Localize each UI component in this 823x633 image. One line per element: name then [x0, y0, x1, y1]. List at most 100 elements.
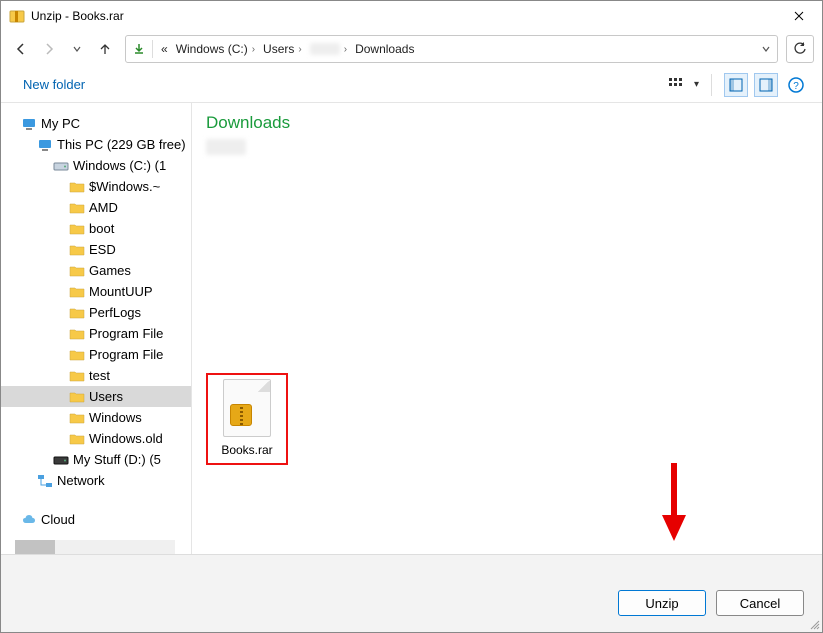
tree-folder[interactable]: ESD: [1, 239, 191, 260]
chevron-down-icon[interactable]: ▾: [694, 79, 699, 90]
tree-folder-label: Windows: [89, 410, 142, 425]
scrollbar-thumb[interactable]: [15, 540, 55, 554]
drive-icon: [53, 452, 69, 468]
folder-icon: [69, 221, 85, 237]
tree-folder-label: Program File: [89, 326, 163, 341]
tree-folder-label: ESD: [89, 242, 116, 257]
folder-icon: [69, 326, 85, 342]
tree-network[interactable]: Network: [1, 470, 191, 491]
folder-icon: [69, 347, 85, 363]
download-location-icon: [130, 42, 148, 56]
refresh-button[interactable]: [786, 35, 814, 63]
folder-icon: [69, 410, 85, 426]
unzip-button[interactable]: Unzip: [618, 590, 706, 616]
details-pane-button[interactable]: [754, 73, 778, 97]
pane-left-icon: [729, 78, 743, 92]
tree-folder[interactable]: Program File: [1, 344, 191, 365]
folder-tree[interactable]: My PC This PC (229 GB free) Windows (C:)…: [1, 103, 191, 554]
annotation-arrow: [658, 459, 690, 548]
address-dropdown[interactable]: [759, 44, 773, 54]
svg-text:?: ?: [793, 81, 799, 92]
breadcrumb-item[interactable]: Windows (C:)›: [172, 40, 259, 58]
back-button[interactable]: [9, 37, 33, 61]
tree-folder-label: AMD: [89, 200, 118, 215]
tree-my-stuff[interactable]: My Stuff (D:) (5: [1, 449, 191, 470]
folder-icon: [69, 242, 85, 258]
network-icon: [37, 473, 53, 489]
tree-folder-label: PerfLogs: [89, 305, 141, 320]
pane-right-icon: [759, 78, 773, 92]
resize-grip-icon[interactable]: [808, 618, 820, 630]
main-area: My PC This PC (229 GB free) Windows (C:)…: [1, 103, 822, 554]
address-bar[interactable]: « Windows (C:)› Users› › Downloads: [125, 35, 778, 63]
tree-folder-label: Program File: [89, 347, 163, 362]
up-button[interactable]: [93, 37, 117, 61]
horizontal-scrollbar[interactable]: [15, 540, 175, 554]
close-button[interactable]: [776, 1, 822, 31]
chevron-down-icon: [761, 44, 771, 54]
folder-icon: [69, 305, 85, 321]
tree-folder[interactable]: MountUUP: [1, 281, 191, 302]
folder-icon: [69, 389, 85, 405]
file-item-selected[interactable]: Books.rar: [206, 373, 288, 465]
redacted-text: [206, 139, 246, 155]
rar-file-icon: [223, 379, 271, 437]
content-pane[interactable]: Downloads Books.rar: [192, 103, 822, 554]
titlebar: Unzip - Books.rar: [1, 1, 822, 31]
cloud-icon: [21, 512, 37, 528]
tree-folder[interactable]: AMD: [1, 197, 191, 218]
arrow-left-icon: [14, 42, 28, 56]
breadcrumb-item[interactable]: ›: [306, 41, 351, 57]
tree-folder-label: boot: [89, 221, 114, 236]
close-icon: [794, 11, 804, 21]
breadcrumb-item[interactable]: Downloads: [351, 40, 418, 58]
window-title: Unzip - Books.rar: [31, 9, 124, 23]
folder-icon: [69, 179, 85, 195]
folder-icon: [69, 263, 85, 279]
tree-folder-label: Windows.old: [89, 431, 163, 446]
folder-icon: [69, 200, 85, 216]
view-options-button[interactable]: [664, 73, 688, 97]
nav-row: « Windows (C:)› Users› › Downloads: [1, 31, 822, 67]
arrow-right-icon: [42, 42, 56, 56]
breadcrumb-overflow[interactable]: «: [157, 40, 172, 58]
view-grid-icon: [668, 77, 684, 93]
tree-root[interactable]: My PC: [1, 113, 191, 134]
help-icon: ?: [788, 77, 804, 93]
file-name-label: Books.rar: [221, 443, 272, 457]
tree-folder-label: Users: [89, 389, 123, 404]
tree-folder-label: $Windows.~: [89, 179, 160, 194]
forward-button[interactable]: [37, 37, 61, 61]
toolbar: New folder ▾ ?: [1, 67, 822, 103]
tree-folder-label: Games: [89, 263, 131, 278]
tree-folder[interactable]: Users: [1, 386, 191, 407]
recent-dropdown[interactable]: [65, 37, 89, 61]
folder-heading: Downloads: [206, 113, 808, 133]
chevron-right-icon: ›: [298, 44, 301, 55]
tree-folder[interactable]: Windows: [1, 407, 191, 428]
tree-cloud[interactable]: Cloud: [1, 509, 191, 530]
arrow-up-icon: [98, 42, 112, 56]
tree-folder[interactable]: Windows.old: [1, 428, 191, 449]
new-folder-button[interactable]: New folder: [15, 73, 93, 96]
refresh-icon: [793, 42, 807, 56]
breadcrumb-item[interactable]: Users›: [259, 40, 306, 58]
chevron-right-icon: ›: [344, 44, 347, 55]
help-button[interactable]: ?: [784, 73, 808, 97]
preview-pane-button[interactable]: [724, 73, 748, 97]
tree-folder[interactable]: $Windows.~: [1, 176, 191, 197]
drive-icon: [53, 158, 69, 174]
tree-drive[interactable]: Windows (C:) (1: [1, 155, 191, 176]
folder-icon: [69, 368, 85, 384]
tree-folder-label: MountUUP: [89, 284, 153, 299]
tree-folder[interactable]: Program File: [1, 323, 191, 344]
tree-folder[interactable]: PerfLogs: [1, 302, 191, 323]
pc-icon: [21, 116, 37, 132]
app-icon: [9, 8, 25, 24]
tree-folder[interactable]: Games: [1, 260, 191, 281]
tree-this-pc[interactable]: This PC (229 GB free): [1, 134, 191, 155]
cancel-button[interactable]: Cancel: [716, 590, 804, 616]
tree-folder[interactable]: test: [1, 365, 191, 386]
monitor-icon: [37, 137, 53, 153]
tree-folder[interactable]: boot: [1, 218, 191, 239]
